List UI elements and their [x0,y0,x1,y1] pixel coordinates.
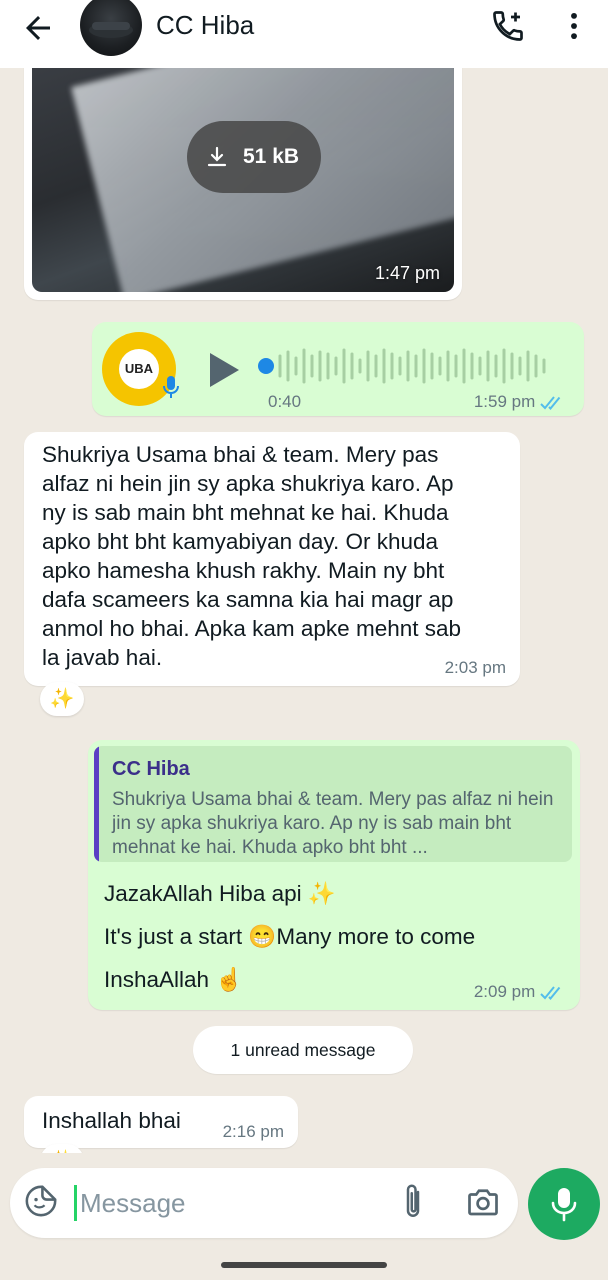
more-vert-icon[interactable] [560,8,588,44]
message-time: 2:09 pm [473,982,536,1001]
reaction-badge[interactable]: ✨ [40,682,84,716]
download-size: 51 kB [243,145,300,168]
blurred-image[interactable]: 51 kB 1:47 pm [32,68,454,292]
incoming-message[interactable]: Shukriya Usama bhai & team. Mery pas alf… [24,432,520,686]
contact-name[interactable]: CC Hiba [156,10,254,41]
play-icon[interactable] [206,350,242,390]
message-text: Shukriya Usama bhai & team. Mery pas alf… [42,442,462,670]
message-text: Inshallah bhai [42,1108,181,1133]
back-arrow-icon[interactable] [20,10,56,46]
call-add-icon[interactable] [490,8,526,44]
download-icon [207,146,227,167]
voice-duration: 0:40 [268,392,302,411]
chat-area[interactable]: 51 kB 1:47 pm UBA 0:40 1:59 pm Shukriya … [0,68,608,1153]
waveform [278,348,546,384]
reply-message[interactable]: CC Hiba Shukriya Usama bhai & team. Mery… [88,740,580,1010]
double-check-icon [540,395,561,410]
sticker-emoji-icon[interactable] [24,1184,58,1218]
download-button[interactable]: 51 kB [187,121,321,193]
message-time: 1:59 pm [473,392,536,411]
message-time: 2:03 pm [444,658,506,677]
message-meta: 1:59 pm [474,392,566,412]
logo-text: UBA [119,349,159,389]
message-composer [10,1168,518,1238]
home-indicator [221,1262,387,1268]
message-time: 1:47 pm [374,263,440,283]
voice-record-button[interactable] [528,1168,600,1240]
quoted-text: Shukriya Usama bhai & team. Mery pas alf… [112,789,554,858]
camera-icon[interactable] [465,1184,501,1220]
chat-header: CC Hiba [0,0,608,68]
quoted-message[interactable]: CC Hiba Shukriya Usama bhai & team. Mery… [94,746,572,862]
message-time: 2:16 pm [222,1122,284,1141]
unread-divider: 1 unread message [193,1026,413,1074]
mic-icon [551,1188,577,1222]
contact-avatar[interactable] [80,0,142,56]
incoming-message[interactable]: Inshallah bhai 2:16 pm [24,1096,298,1148]
double-check-icon [540,985,561,1000]
mic-icon [163,376,179,398]
voice-message[interactable]: UBA 0:40 1:59 pm [92,322,584,416]
message-meta: 2:09 pm [474,982,566,1002]
message-input[interactable] [78,1180,382,1226]
image-message[interactable]: 51 kB 1:47 pm [24,68,462,300]
playback-scrubber[interactable] [258,358,274,374]
quoted-sender: CC Hiba [112,758,190,780]
attach-icon[interactable] [398,1182,428,1222]
